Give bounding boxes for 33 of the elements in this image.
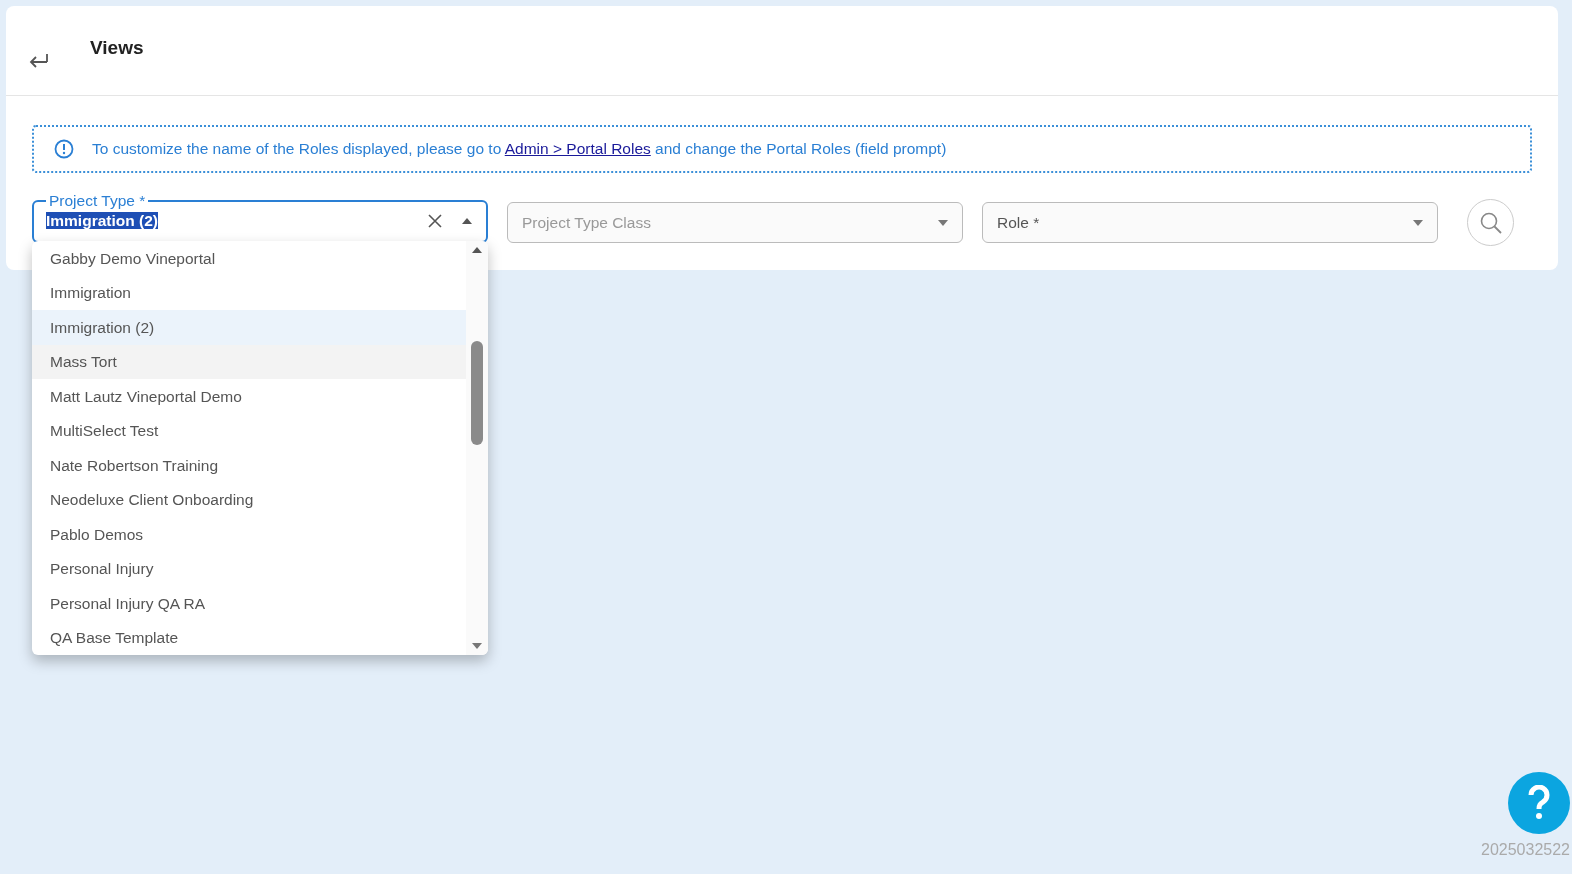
- dropdown-option[interactable]: QA Base Template: [32, 620, 466, 655]
- dropdown-option[interactable]: Nate Robertson Training: [32, 448, 466, 483]
- info-text: To customize the name of the Roles displayed, please go to Admin > Portal Roles and change the Portal Roles (field prompt): [92, 139, 947, 160]
- version-text: 2025032522: [1481, 840, 1570, 860]
- role-select[interactable]: Role *: [982, 202, 1438, 243]
- project-type-class-placeholder: Project Type Class: [522, 212, 651, 233]
- project-type-label: Project Type *: [48, 192, 147, 210]
- scroll-down-icon: [472, 643, 482, 649]
- dropdown-option[interactable]: Personal Injury QA RA: [32, 586, 466, 621]
- clear-icon[interactable]: [428, 214, 442, 228]
- dropdown-option[interactable]: Mass Tort: [32, 344, 466, 379]
- scrollbar-thumb[interactable]: [471, 341, 483, 445]
- caret-icon: [938, 219, 948, 226]
- dropdown-option[interactable]: Immigration: [32, 275, 466, 310]
- portal-roles-link[interactable]: Admin > Portal Roles: [504, 140, 651, 158]
- dropdown-option[interactable]: Matt Lautz Vineportal Demo: [32, 379, 466, 414]
- caret-icon: [1413, 219, 1423, 226]
- question-mark-icon: [1527, 785, 1551, 821]
- dropdown-option[interactable]: Personal Injury: [32, 551, 466, 586]
- dropdown-option[interactable]: Pablo Demos: [32, 517, 466, 552]
- role-placeholder: Role *: [997, 212, 1040, 233]
- page-title: Views: [90, 36, 144, 61]
- project-type-value: Immigration (2): [46, 212, 158, 229]
- dropdown-option[interactable]: Neodeluxe Client Onboarding: [32, 482, 466, 517]
- scroll-up-icon: [472, 247, 482, 253]
- search-icon: [1478, 210, 1503, 235]
- dropdown-option[interactable]: MultiSelect Test: [32, 413, 466, 448]
- dropdown-option[interactable]: Gabby Demo Vineportal: [32, 241, 466, 276]
- scrollbar[interactable]: [466, 241, 488, 655]
- info-icon: [54, 139, 74, 159]
- caret-icon: [462, 218, 472, 224]
- search-button[interactable]: [1467, 199, 1514, 246]
- dropdown-option[interactable]: Immigration (2): [32, 310, 466, 345]
